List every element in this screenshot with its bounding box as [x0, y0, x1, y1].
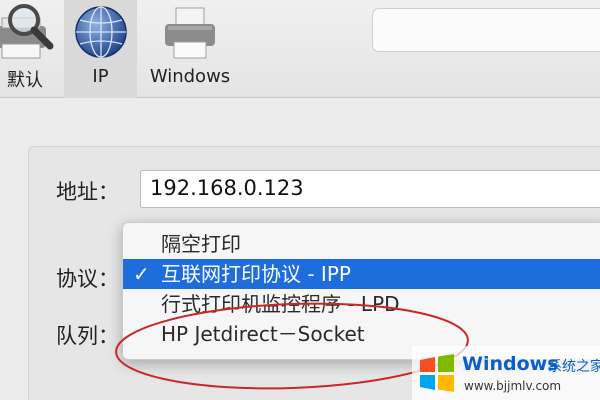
watermark-brand: Windows	[462, 353, 559, 375]
address-field[interactable]: 192.168.0.123	[140, 170, 600, 208]
checkmark-icon: ✓	[133, 262, 150, 286]
toolbar-ip-tab[interactable]: IP	[64, 0, 137, 98]
menu-item-lpd[interactable]: 行式打印机监控程序 - LPD	[123, 289, 600, 319]
toolbar-windows-tab[interactable]: Windows	[140, 0, 240, 98]
toolbar-windows-label: Windows	[149, 66, 231, 87]
protocol-label: 协议：	[56, 267, 119, 291]
toolbar-default-label: 默认	[7, 70, 43, 91]
search-field[interactable]	[372, 8, 600, 52]
printer-icon	[162, 2, 218, 60]
toolbar-ip-label: IP	[92, 66, 109, 87]
toolbar-default-tab[interactable]: 默认	[0, 0, 56, 98]
menu-item-hp-jetdirect[interactable]: HP Jetdirect－Socket	[123, 319, 600, 349]
address-label: 地址：	[56, 180, 119, 204]
menu-item-label: 行式打印机监控程序 - LPD	[161, 292, 400, 316]
menu-item-airprint[interactable]: 隔空打印	[123, 229, 600, 259]
menu-item-label: HP Jetdirect－Socket	[161, 322, 365, 346]
printer-add-window: 默认 IP Windows 地址： 192.168.0.123 协议： 队列： …	[0, 0, 600, 400]
watermark-brand-suffix: 系统之家	[548, 359, 600, 375]
menu-item-label: 隔空打印	[161, 232, 241, 256]
toolbar: 默认 IP Windows	[0, 0, 600, 98]
globe-icon	[72, 2, 130, 60]
watermark-url: www.bjjmlv.com	[464, 379, 562, 393]
magnifier-printer-icon	[0, 2, 56, 60]
menu-item-label: 互联网打印协议 - IPP	[161, 262, 351, 286]
windows-logo-icon	[420, 354, 454, 392]
protocol-popup-menu: 隔空打印 ✓ 互联网打印协议 - IPP 行式打印机监控程序 - LPD HP …	[122, 222, 600, 360]
queue-label: 队列：	[56, 324, 119, 348]
watermark: Windows 系统之家 www.bjjmlv.com	[412, 346, 600, 400]
menu-item-ipp[interactable]: ✓ 互联网打印协议 - IPP	[123, 259, 600, 289]
